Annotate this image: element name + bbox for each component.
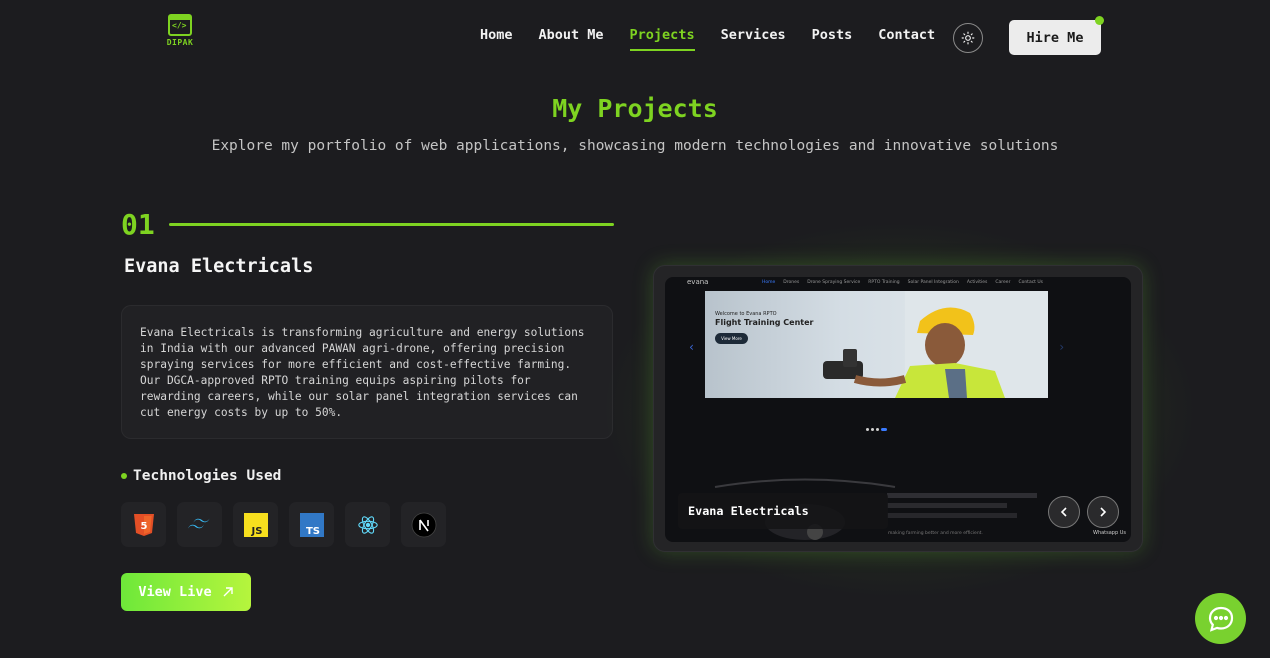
tech-react[interactable]: [345, 502, 390, 547]
svg-text:TS: TS: [305, 526, 319, 537]
chat-icon: [1208, 606, 1233, 632]
tailwind-icon: [187, 518, 209, 528]
tech-tailwind[interactable]: [177, 502, 222, 547]
carousel-dot: [871, 428, 874, 431]
preview-banner-kicker: Welcome to Evana RPTO: [715, 311, 777, 317]
tech-nextjs[interactable]: [401, 502, 446, 547]
technologies-list: 5 JS TS: [121, 502, 446, 547]
next-slide-button[interactable]: [1087, 496, 1119, 528]
svg-text:5: 5: [140, 521, 147, 532]
logo-glyph: </>: [172, 21, 187, 30]
pilot-photo: [823, 291, 1048, 398]
tech-typescript[interactable]: TS: [289, 502, 334, 547]
carousel-dot: [876, 428, 879, 431]
preview-hero-banner: Welcome to Evana RPTO Flight Training Ce…: [705, 291, 1048, 398]
technologies-heading: Technologies Used: [121, 468, 281, 484]
nav-contact[interactable]: Contact: [878, 27, 935, 51]
preview-whatsapp-label: Whatsapp Us: [1093, 530, 1127, 536]
preview-nav-item: Activities: [966, 280, 988, 285]
theme-toggle-button[interactable]: [953, 23, 983, 53]
preview-nav-item: Solar Panel Integration: [907, 280, 959, 285]
preview-view-more-button: View More: [715, 333, 748, 344]
external-link-icon: [223, 587, 233, 597]
project-divider: [169, 223, 614, 226]
typescript-icon: TS: [299, 512, 324, 537]
preview-chevron-right-icon: ›: [1058, 340, 1066, 354]
nav-home[interactable]: Home: [480, 27, 513, 51]
status-dot: [1095, 16, 1104, 25]
carousel-dot-active: [881, 428, 887, 431]
view-live-label: View Live: [138, 584, 212, 600]
chevron-right-icon: [1100, 507, 1107, 517]
code-icon: </>: [168, 14, 192, 36]
carousel-dot: [866, 428, 869, 431]
main-nav: Home About Me Projects Services Posts Co…: [480, 27, 935, 51]
hire-me-button[interactable]: Hire Me: [1009, 16, 1104, 55]
preview-carousel-dots: [866, 428, 887, 431]
nav-services[interactable]: Services: [721, 27, 786, 51]
view-live-button[interactable]: View Live: [121, 573, 251, 611]
bullet-dot: [121, 473, 127, 479]
preview-site-nav: evana Home Drones Drone Spraying Service…: [665, 277, 1131, 289]
chevron-left-icon: [1060, 507, 1067, 517]
preview-nav-item: Drones: [783, 280, 800, 285]
previous-slide-button[interactable]: [1048, 496, 1080, 528]
preview-nav-item: Contact Us: [1018, 280, 1044, 285]
preview-nav-item: RPTO Training: [868, 280, 900, 285]
html5-icon: 5: [133, 513, 154, 536]
preview-nav-item: Career: [995, 280, 1011, 285]
site-logo[interactable]: </> DIPAK: [166, 14, 194, 47]
project-description: Evana Electricals is transforming agricu…: [140, 326, 585, 419]
tech-html5[interactable]: 5: [121, 502, 166, 547]
nav-projects[interactable]: Projects: [629, 27, 695, 51]
preview-caption: Evana Electricals: [678, 493, 888, 529]
preview-site-logo: evana: [687, 278, 709, 286]
preview-banner-title: Flight Training Center: [715, 318, 814, 327]
nav-about-me[interactable]: About Me: [539, 27, 604, 51]
page-subtitle: Explore my portfolio of web applications…: [211, 138, 1059, 154]
nav-posts[interactable]: Posts: [812, 27, 853, 51]
react-icon: [357, 515, 378, 534]
page-title: My Projects: [552, 94, 718, 123]
project-title: Evana Electricals: [124, 256, 314, 277]
chat-button[interactable]: [1195, 593, 1246, 644]
preview-nav-item: Home: [762, 280, 776, 285]
tech-javascript[interactable]: JS: [233, 502, 278, 547]
technologies-heading-text: Technologies Used: [133, 468, 282, 484]
svg-text:JS: JS: [250, 526, 262, 537]
logo-text: DIPAK: [166, 38, 194, 47]
project-description-card: Evana Electricals is transforming agricu…: [121, 305, 613, 439]
preview-nav-links: Home Drones Drone Spraying Service RPTO …: [762, 280, 1043, 285]
project-number: 01: [121, 208, 155, 241]
preview-chevron-left-icon: ‹: [688, 340, 696, 354]
preview-footer-text: making farming better and more efficient…: [888, 531, 983, 536]
hire-me-label: Hire Me: [1026, 29, 1084, 46]
nextjs-icon: [411, 512, 436, 537]
sun-icon: [961, 31, 975, 45]
javascript-icon: JS: [243, 512, 268, 537]
preview-nav-item: Drone Spraying Service: [807, 280, 861, 285]
